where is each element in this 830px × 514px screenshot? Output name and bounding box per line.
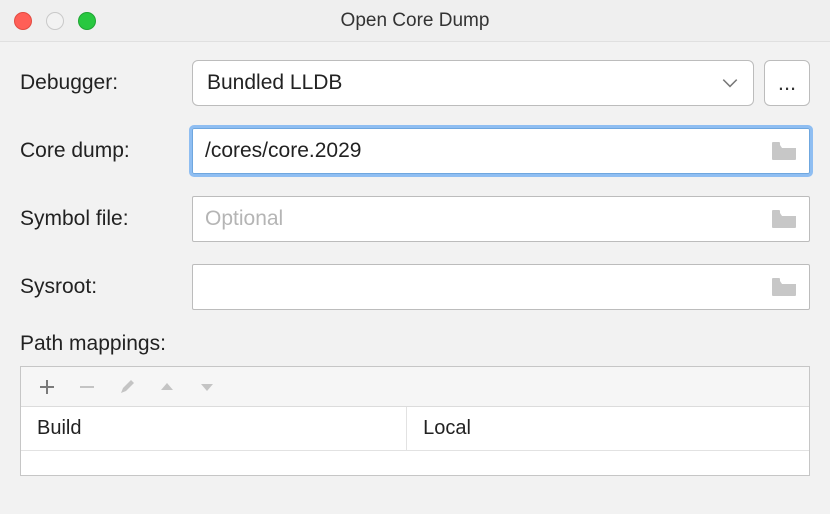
- table-body: [21, 451, 809, 475]
- path-mappings-label: Path mappings:: [20, 332, 810, 356]
- edit-mapping-button[interactable]: [107, 367, 147, 407]
- debugger-selected-value: Bundled LLDB: [207, 71, 342, 95]
- minus-icon: [78, 378, 96, 396]
- chevron-down-icon: [721, 74, 739, 92]
- symbol-file-field[interactable]: [192, 196, 810, 242]
- dialog-content: Debugger: Bundled LLDB ... Core dump:: [0, 42, 830, 476]
- sysroot-input[interactable]: [205, 275, 771, 299]
- move-down-button[interactable]: [187, 367, 227, 407]
- sysroot-field[interactable]: [192, 264, 810, 310]
- close-window-button[interactable]: [14, 12, 32, 30]
- core-dump-input[interactable]: [205, 139, 771, 163]
- symbol-file-row: Symbol file:: [20, 196, 810, 242]
- remove-mapping-button[interactable]: [67, 367, 107, 407]
- more-button-label: ...: [778, 70, 796, 96]
- column-build[interactable]: Build: [21, 407, 407, 450]
- folder-icon[interactable]: [771, 141, 797, 161]
- debugger-row: Debugger: Bundled LLDB ...: [20, 60, 810, 106]
- arrow-down-icon: [198, 378, 216, 396]
- folder-icon[interactable]: [771, 277, 797, 297]
- zoom-window-button[interactable]: [78, 12, 96, 30]
- debugger-dropdown[interactable]: Bundled LLDB: [192, 60, 754, 106]
- symbol-file-input[interactable]: [205, 207, 771, 231]
- titlebar: Open Core Dump: [0, 0, 830, 42]
- core-dump-field[interactable]: [192, 128, 810, 174]
- debugger-more-button[interactable]: ...: [764, 60, 810, 106]
- table-header: Build Local: [21, 407, 809, 451]
- core-dump-row: Core dump:: [20, 128, 810, 174]
- pencil-icon: [118, 378, 136, 396]
- folder-icon[interactable]: [771, 209, 797, 229]
- sysroot-row: Sysroot:: [20, 264, 810, 310]
- path-mappings-table: Build Local: [20, 366, 810, 476]
- symbol-file-label: Symbol file:: [20, 207, 192, 231]
- debugger-label: Debugger:: [20, 71, 192, 95]
- plus-icon: [38, 378, 56, 396]
- path-mappings-toolbar: [21, 367, 809, 407]
- add-mapping-button[interactable]: [27, 367, 67, 407]
- arrow-up-icon: [158, 378, 176, 396]
- sysroot-label: Sysroot:: [20, 275, 192, 299]
- column-local[interactable]: Local: [407, 407, 809, 450]
- window-title: Open Core Dump: [0, 10, 830, 32]
- move-up-button[interactable]: [147, 367, 187, 407]
- window-controls: [14, 12, 96, 30]
- core-dump-label: Core dump:: [20, 139, 192, 163]
- minimize-window-button[interactable]: [46, 12, 64, 30]
